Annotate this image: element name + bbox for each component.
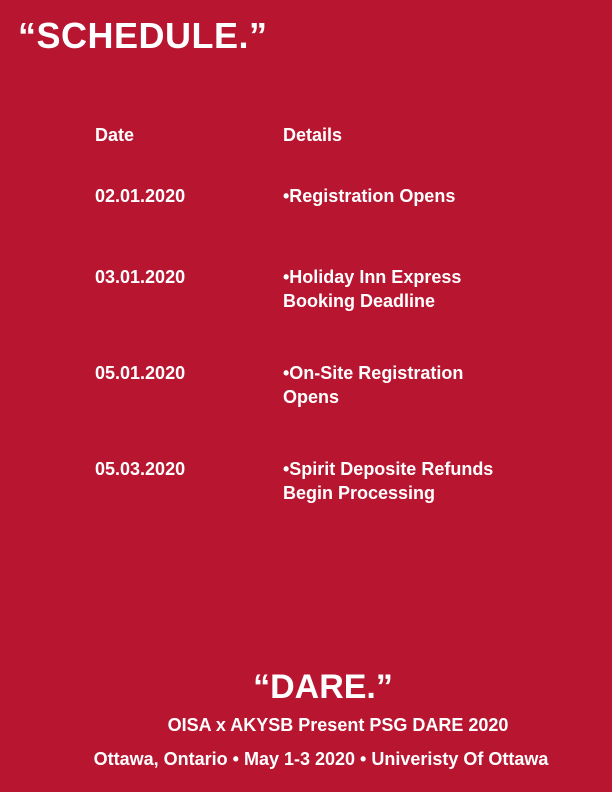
schedule-row-detail: •Spirit Deposite Refunds Begin Processin… xyxy=(283,459,494,503)
date-column-header: Date xyxy=(95,125,135,145)
details-column-header: Details xyxy=(283,125,343,145)
event-title: “DARE.” xyxy=(253,668,393,706)
schedule-row-date: 02.01.2020 xyxy=(95,186,186,206)
event-info: Ottawa, Ontario • May 1-3 2020 • Univeri… xyxy=(93,749,549,769)
schedule-row-detail: •Registration Opens xyxy=(283,186,456,206)
schedule-row-date: 05.01.2020 xyxy=(95,363,186,383)
schedule-row-detail: •Holiday Inn Express Booking Deadline xyxy=(283,267,462,311)
schedule-row-date: 03.01.2020 xyxy=(95,267,186,287)
schedule-page: “SCHEDULE.” Date Details 02.01.2020 •Reg… xyxy=(0,0,612,792)
schedule-row-date: 05.03.2020 xyxy=(95,459,186,479)
schedule-row-detail: •On-Site Registration Opens xyxy=(283,363,464,407)
page-title: “SCHEDULE.” xyxy=(18,15,268,56)
event-subtitle: OISA x AKYSB Present PSG DARE 2020 xyxy=(167,715,509,735)
